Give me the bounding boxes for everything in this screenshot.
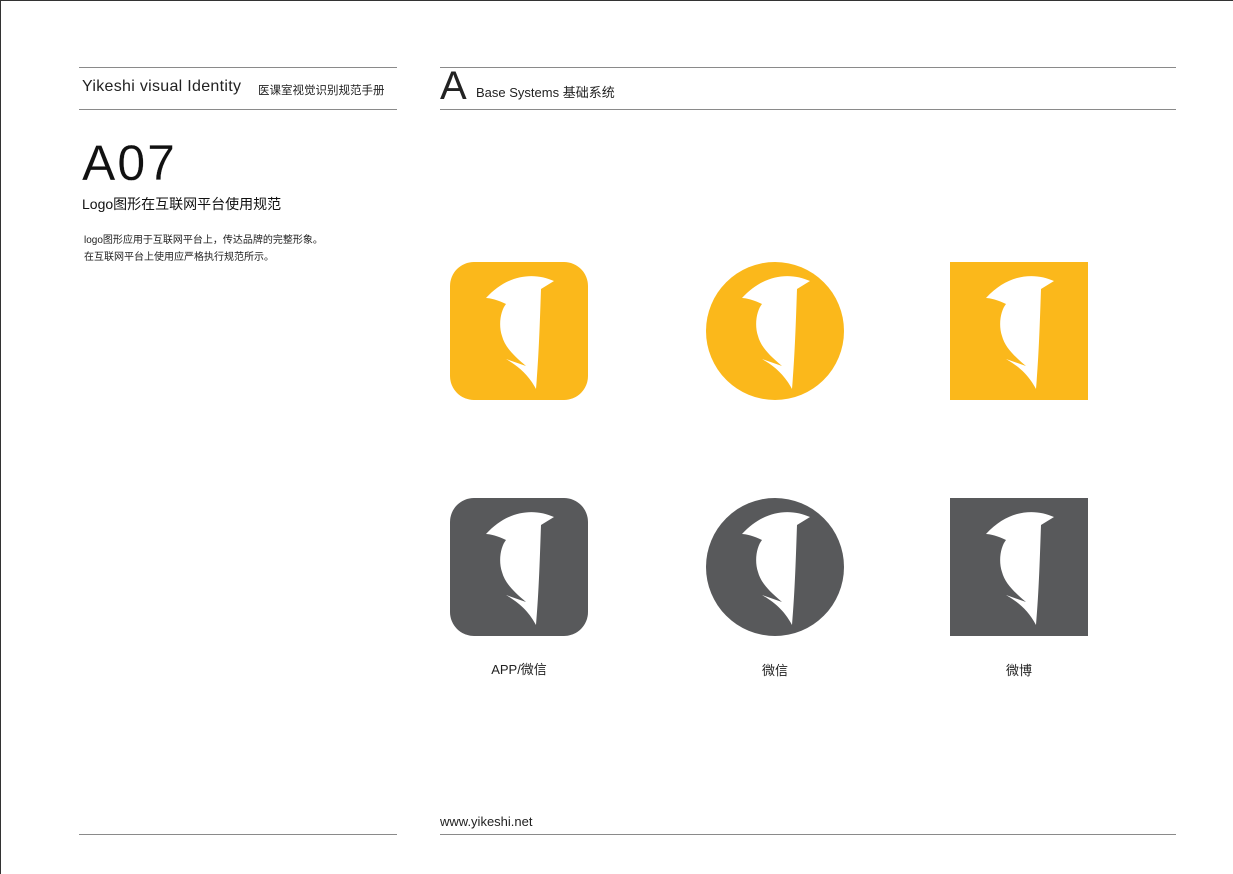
header-rule-left-top	[79, 67, 397, 68]
woodpecker-logo-icon	[450, 498, 588, 636]
woodpecker-logo-icon	[950, 498, 1088, 636]
caption-app-wechat: APP/微信	[491, 662, 547, 677]
app-icon-gray-rounded	[450, 498, 588, 636]
header-rule-left-bottom	[79, 109, 397, 110]
app-icon-yellow-circle	[706, 262, 844, 400]
caption-weibo: 微博	[1005, 663, 1032, 678]
brand-name-en: Yikeshi visual Identity	[82, 78, 242, 95]
section-letter: A	[440, 64, 467, 108]
header-rule-right-bottom	[440, 109, 1176, 110]
footer-rule-right	[440, 834, 1176, 835]
app-icon-yellow-rounded	[450, 262, 588, 400]
woodpecker-logo-icon	[450, 262, 588, 400]
footer-url[interactable]: www.yikeshi.net	[440, 814, 532, 829]
frame-left-border	[0, 0, 1, 874]
section-title: Base Systems 基础系统	[476, 85, 615, 100]
app-icon-yellow-square	[950, 262, 1088, 400]
description-line: logo图形应用于互联网平台上，传达品牌的完整形象。	[84, 235, 323, 246]
header-rule-right-top	[440, 67, 1176, 68]
description-line: 在互联网平台上使用应严格执行规范所示。	[84, 252, 274, 263]
page-description: logo图形应用于互联网平台上，传达品牌的完整形象。 在互联网平台上使用应严格执…	[84, 232, 323, 266]
app-icon-gray-square	[950, 498, 1088, 636]
woodpecker-logo-icon	[950, 262, 1088, 400]
footer-rule-left	[79, 834, 397, 835]
woodpecker-logo-icon	[706, 262, 844, 400]
app-icon-gray-circle	[706, 498, 844, 636]
frame-top-border	[0, 0, 1233, 1]
page-code: A07	[82, 135, 177, 191]
page-subtitle: Logo图形在互联网平台使用规范	[82, 196, 282, 212]
caption-wechat: 微信	[761, 663, 788, 678]
woodpecker-logo-icon	[706, 498, 844, 636]
brand-name-cn: 医课室视觉识别规范手册	[258, 85, 385, 97]
